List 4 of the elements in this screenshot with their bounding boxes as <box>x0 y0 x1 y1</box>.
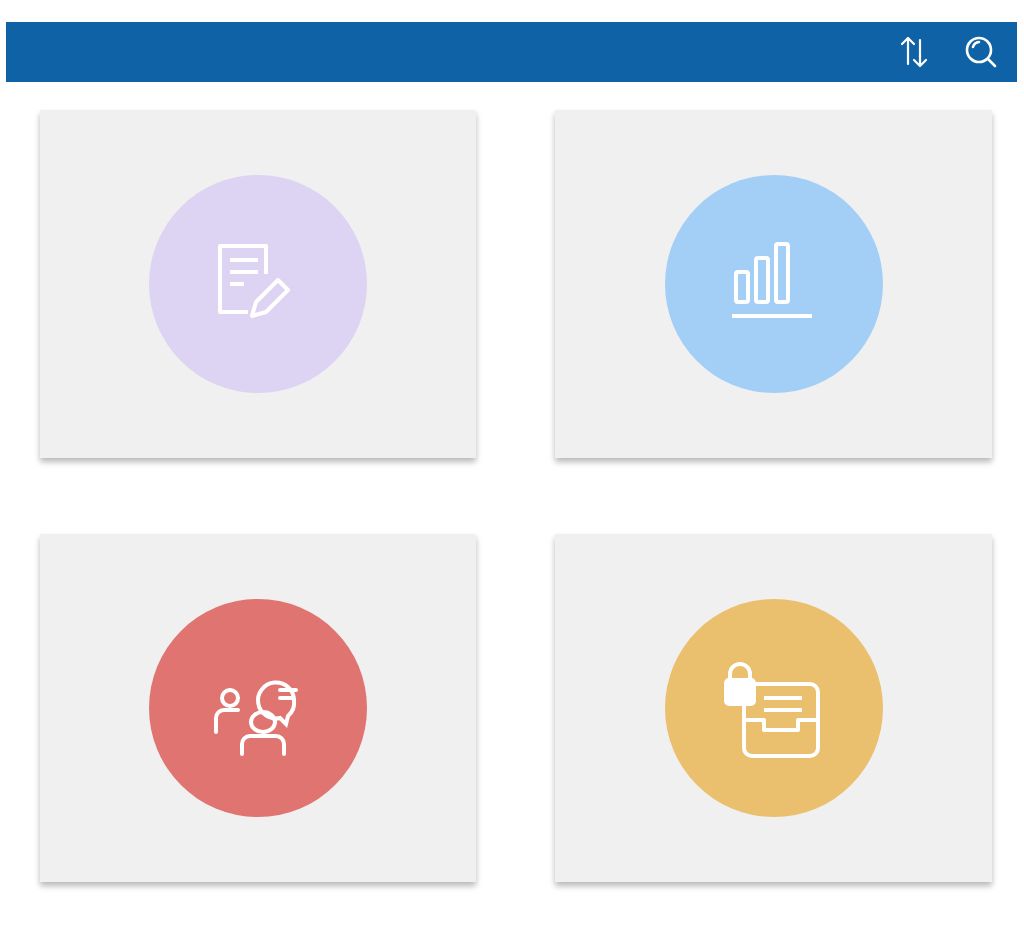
tile-card[interactable] <box>555 110 992 458</box>
tile-card[interactable] <box>40 534 476 882</box>
tile-card[interactable] <box>555 534 992 882</box>
tile-card[interactable] <box>40 110 476 458</box>
